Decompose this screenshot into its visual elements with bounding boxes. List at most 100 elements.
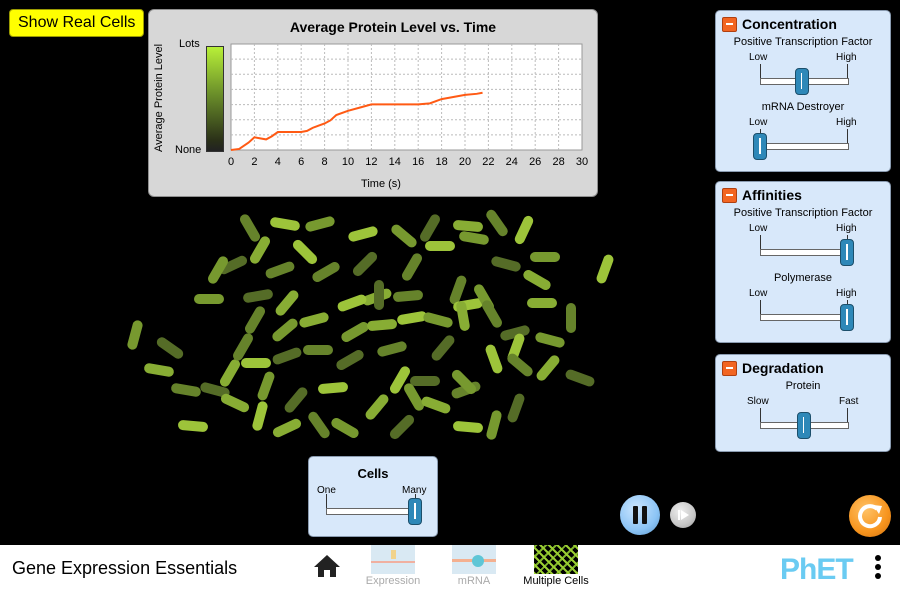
cell xyxy=(347,225,379,243)
slider-label: Positive Transcription Factor xyxy=(733,207,873,219)
cells-panel: Cells One Many xyxy=(308,456,438,537)
slider-track[interactable] xyxy=(760,314,849,321)
slider-thumb[interactable] xyxy=(753,133,767,160)
slider-track[interactable] xyxy=(326,508,417,515)
x-tick-label: 14 xyxy=(389,156,401,168)
cell xyxy=(534,353,562,383)
slider-label: Positive Transcription Factor xyxy=(733,36,873,48)
cell xyxy=(329,416,361,440)
cell xyxy=(264,260,296,280)
ptf-concentration-slider[interactable]: Positive Transcription Factor Low High xyxy=(716,32,890,97)
cell xyxy=(366,318,398,332)
slider-thumb[interactable] xyxy=(794,68,809,95)
multiple-cells-screen-icon xyxy=(534,545,578,574)
x-tick-label: 10 xyxy=(342,156,354,168)
collapse-affinities-icon[interactable] xyxy=(722,187,737,203)
x-tick-label: 22 xyxy=(482,156,494,168)
cell xyxy=(298,311,330,329)
slider-min-label: Low xyxy=(749,52,768,63)
slider-min-label: Low xyxy=(749,117,768,128)
cell xyxy=(282,385,310,415)
cell xyxy=(429,333,457,363)
screen-tab-label: Multiple Cells xyxy=(523,575,589,587)
cell xyxy=(143,362,175,378)
step-forward-button[interactable] xyxy=(670,502,696,528)
cell xyxy=(452,420,484,434)
cell xyxy=(392,289,424,303)
cell xyxy=(389,222,419,250)
cell xyxy=(400,251,424,283)
step-forward-icon xyxy=(678,510,689,520)
x-tick-label: 2 xyxy=(251,156,257,168)
cell xyxy=(452,219,484,233)
slider-track[interactable] xyxy=(760,143,849,150)
cell xyxy=(303,345,333,355)
collapse-degradation-icon[interactable] xyxy=(722,360,737,376)
protein-degradation-slider[interactable]: Protein Slow Fast xyxy=(716,376,890,441)
cell xyxy=(376,340,408,358)
cell xyxy=(363,392,391,422)
cell xyxy=(521,268,553,292)
slider-label: Protein xyxy=(785,380,821,392)
cell xyxy=(418,212,442,244)
slider-label: mRNA Destroyer xyxy=(761,101,845,113)
x-tick-label: 20 xyxy=(459,156,471,168)
cell xyxy=(194,294,224,304)
phet-logo-text: PhET xyxy=(780,553,854,586)
slider-thumb[interactable] xyxy=(796,412,811,439)
ptf-affinity-slider[interactable]: Positive Transcription Factor Low High xyxy=(716,203,890,268)
screen-tab-multiple-cells[interactable]: Multiple Cells xyxy=(520,545,592,587)
pause-button[interactable] xyxy=(620,495,660,535)
cell xyxy=(339,320,371,344)
slider-track[interactable] xyxy=(760,249,849,256)
x-tick-label: 24 xyxy=(506,156,518,168)
x-tick-label: 8 xyxy=(322,156,328,168)
cell xyxy=(310,260,342,284)
slider-thumb[interactable] xyxy=(840,304,854,331)
cell xyxy=(251,400,269,432)
screen-tab-mrna[interactable]: mRNA xyxy=(439,545,509,587)
cell xyxy=(243,304,267,336)
protein-chart-panel: Average Protein Level vs. Time Average P… xyxy=(148,9,598,197)
menu-dot-icon xyxy=(875,573,881,579)
cell xyxy=(506,392,526,424)
cell xyxy=(484,207,510,239)
polymerase-affinity-slider[interactable]: Polymerase Low High xyxy=(716,268,890,333)
cell xyxy=(410,376,440,386)
slider-max-label: Fast xyxy=(839,396,859,407)
cell xyxy=(170,382,202,398)
cell xyxy=(350,249,380,279)
cell xyxy=(317,381,349,395)
cell xyxy=(530,252,560,262)
reset-all-button[interactable] xyxy=(849,495,891,537)
cell xyxy=(534,331,566,349)
x-tick-label: 26 xyxy=(529,156,541,168)
cell xyxy=(177,419,209,433)
slider-max-label: High xyxy=(836,288,857,299)
sim-area: Show Real Cells Average Protein Level vs… xyxy=(0,0,900,545)
collapse-concentration-icon[interactable] xyxy=(722,16,737,32)
show-real-cells-button[interactable]: Show Real Cells xyxy=(9,9,145,37)
slider-thumb[interactable] xyxy=(840,239,854,266)
home-button[interactable] xyxy=(313,554,341,583)
cell xyxy=(269,216,301,232)
pause-icon xyxy=(642,506,647,524)
cell xyxy=(304,215,336,233)
cell xyxy=(242,288,274,304)
x-tick-label: 4 xyxy=(275,156,281,168)
screen-tab-expression[interactable]: Expression xyxy=(358,545,428,587)
slider-min-label: Slow xyxy=(747,396,769,407)
cell xyxy=(334,348,366,372)
cells-count-slider[interactable]: One Many xyxy=(309,457,437,536)
phet-logo[interactable]: PhET xyxy=(780,553,854,587)
cell xyxy=(126,319,144,351)
slider-thumb[interactable] xyxy=(408,498,422,525)
x-tick-label: 28 xyxy=(552,156,564,168)
mrna-destroyer-concentration-slider[interactable]: mRNA Destroyer Low High xyxy=(716,97,890,162)
chart-plot: 0 2 4 6 8 10 12 14 16 18 20 22 24 26 28 30 xyxy=(228,43,588,168)
cell xyxy=(241,358,271,368)
cell xyxy=(505,351,535,379)
phet-menu-button[interactable] xyxy=(875,555,883,582)
degradation-panel: Degradation Protein Slow Fast xyxy=(715,354,891,452)
concentration-title: Concentration xyxy=(742,16,837,32)
